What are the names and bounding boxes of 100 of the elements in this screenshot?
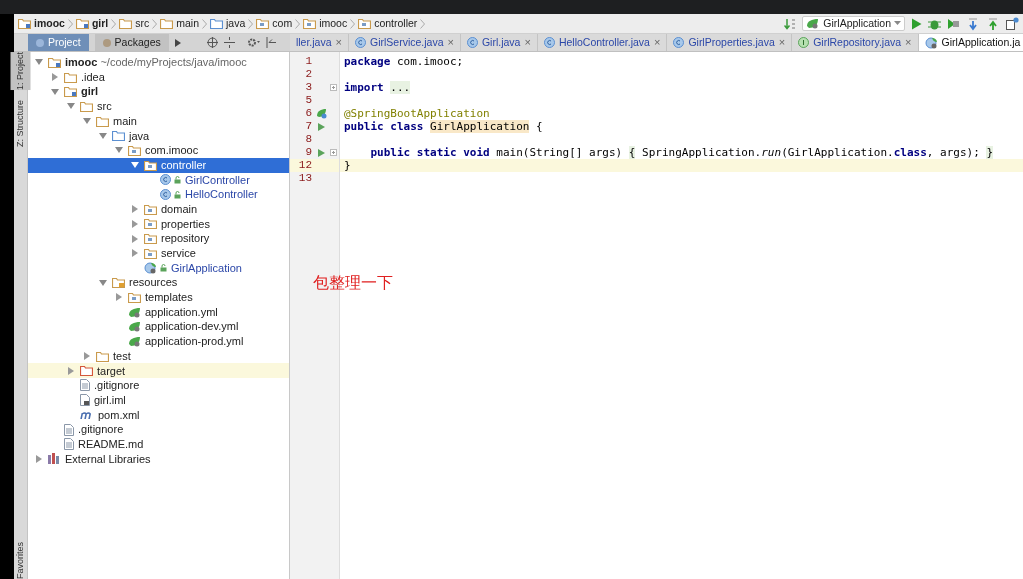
vcs-update-icon[interactable] — [966, 16, 980, 31]
class-icon — [160, 189, 171, 201]
tree-item[interactable]: application-prod.yml — [28, 334, 289, 349]
hide-icon[interactable] — [265, 37, 276, 48]
package-folder-icon — [128, 291, 141, 303]
tree-item[interactable]: resources — [28, 275, 289, 290]
close-icon[interactable]: × — [447, 34, 454, 51]
breadcrumb-item[interactable]: controller — [374, 15, 418, 32]
lock-icon — [174, 175, 181, 184]
tree-item[interactable]: application-dev.yml — [28, 319, 289, 335]
run-icon[interactable] — [911, 17, 922, 30]
tree-item[interactable]: girl.iml — [28, 392, 289, 408]
tree-item[interactable]: java — [28, 128, 289, 144]
breadcrumb-item[interactable]: imooc — [319, 15, 348, 32]
collapse-arrow-icon[interactable] — [115, 146, 123, 155]
tree-item[interactable]: GirlController — [28, 172, 289, 188]
run-icon[interactable] — [317, 122, 325, 131]
breadcrumb-item[interactable]: main — [176, 15, 200, 32]
tree-item[interactable]: girl — [28, 84, 289, 100]
tree-item[interactable]: .gitignore — [28, 422, 289, 437]
expand-arrow-icon[interactable] — [67, 366, 75, 375]
sort-icon[interactable] — [784, 17, 797, 30]
folder-icon — [80, 365, 93, 377]
class-icon — [466, 37, 478, 48]
expand-arrow-icon[interactable] — [115, 293, 123, 302]
tree-item[interactable]: properties — [28, 216, 289, 232]
collapse-arrow-icon[interactable] — [99, 131, 107, 140]
tree-item[interactable]: imooc ~/code/myProjects/java/imooc — [28, 55, 289, 70]
play-arrow-icon[interactable] — [174, 38, 181, 47]
breadcrumb-item[interactable]: com — [272, 15, 293, 32]
collapse-arrow-icon[interactable] — [51, 87, 59, 96]
expand-arrow-icon[interactable] — [131, 234, 139, 243]
expand-arrow-icon[interactable] — [131, 219, 139, 228]
chevron-icon — [111, 18, 117, 29]
line-number: 2 — [304, 67, 312, 83]
collapse-arrow-icon[interactable] — [99, 278, 107, 287]
chevron-icon — [420, 18, 426, 29]
tool-window-button[interactable]: Z: Structure — [10, 100, 31, 148]
tree-item[interactable]: GirlApplication — [28, 260, 289, 276]
run-config-dropdown[interactable]: GirlApplication — [802, 16, 905, 31]
tree-item[interactable]: .gitignore — [28, 378, 289, 393]
expand-arrow-icon[interactable] — [83, 352, 91, 361]
tool-window-tab[interactable]: Packages — [94, 34, 169, 51]
tree-item[interactable]: External Libraries — [28, 451, 289, 467]
breadcrumb-item[interactable]: imooc — [34, 15, 65, 32]
tree-item[interactable]: main — [28, 113, 289, 129]
breadcrumb-item[interactable]: java — [226, 15, 246, 32]
target-icon[interactable] — [206, 37, 218, 48]
collapse-icon[interactable] — [223, 37, 235, 48]
package-folder-icon — [144, 203, 157, 215]
chevron-icon — [248, 18, 254, 29]
tree-item[interactable]: repository — [28, 231, 289, 246]
collapse-arrow-icon[interactable] — [67, 102, 75, 111]
fold-icon[interactable] — [329, 84, 337, 91]
tree-item[interactable]: application.yml — [28, 304, 289, 320]
caption: 包整理一下 — [313, 273, 393, 292]
fold-icon[interactable] — [329, 149, 337, 156]
file-icon — [64, 423, 74, 436]
expand-arrow-icon[interactable] — [131, 205, 139, 214]
line-number: 12 — [297, 158, 312, 174]
settings-icon[interactable] — [246, 37, 260, 48]
tree-item[interactable]: target — [28, 363, 289, 379]
tree-item[interactable]: .idea — [28, 69, 289, 85]
package-folder-icon — [358, 18, 372, 29]
expand-arrow-icon[interactable] — [51, 73, 59, 82]
tree-item[interactable]: com.imooc — [28, 143, 289, 158]
tree-item[interactable]: test — [28, 348, 289, 364]
expand-arrow-icon[interactable] — [35, 454, 43, 463]
breadcrumb-item[interactable]: girl — [91, 15, 109, 32]
tree-item[interactable]: pom.xml — [28, 407, 289, 423]
window-icon[interactable] — [1006, 17, 1019, 30]
coverage-icon[interactable] — [947, 17, 960, 30]
collapse-arrow-icon[interactable] — [131, 161, 139, 170]
tree-item[interactable]: templates — [28, 290, 289, 305]
tree-item[interactable]: service — [28, 245, 289, 261]
tool-window-button[interactable]: 1: Project — [10, 52, 31, 91]
close-icon[interactable]: × — [335, 34, 342, 51]
expand-arrow-icon[interactable] — [131, 249, 139, 258]
tree-item[interactable]: README.md — [28, 436, 289, 452]
collapse-arrow-icon[interactable] — [35, 58, 43, 67]
tree-item[interactable]: src — [28, 99, 289, 114]
line-number: 13 — [297, 171, 312, 187]
editor-tab[interactable]: GirlApplication.ja — [918, 34, 1023, 51]
folder-icon — [80, 100, 93, 112]
close-icon[interactable]: × — [905, 34, 912, 51]
package-folder-icon — [303, 18, 317, 29]
close-icon[interactable]: × — [524, 34, 531, 51]
tree-item[interactable]: HelloController — [28, 187, 289, 202]
run-icon[interactable] — [317, 148, 325, 157]
spring-class-icon — [924, 36, 938, 49]
breadcrumb-item[interactable]: src — [135, 15, 150, 32]
tree-item[interactable]: domain — [28, 201, 289, 217]
library-icon — [48, 453, 61, 465]
tool-window-button[interactable]: Favorites — [13, 540, 28, 579]
close-icon[interactable]: × — [778, 34, 786, 51]
tree-item[interactable]: controller — [28, 157, 289, 173]
vcs-commit-icon[interactable] — [986, 16, 1000, 31]
collapse-arrow-icon[interactable] — [83, 117, 91, 126]
close-icon[interactable]: × — [653, 34, 661, 51]
spring-bean-icon[interactable] — [315, 108, 327, 119]
